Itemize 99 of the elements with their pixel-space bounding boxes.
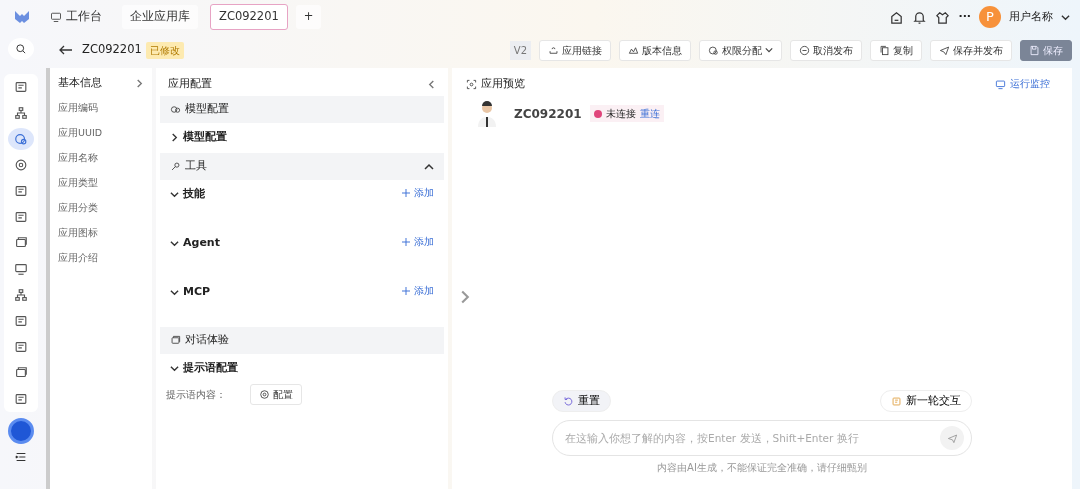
tree-icon [14, 106, 28, 120]
add-button[interactable]: 添加 [402, 284, 434, 299]
section-header[interactable]: 提示语配置 [170, 360, 238, 377]
gear-icon [259, 389, 270, 400]
shirt-icon [935, 9, 951, 25]
publish-button[interactable]: 保存并发布 [930, 39, 1012, 61]
chat-icon [14, 366, 28, 380]
dropdown-icon [1061, 12, 1070, 22]
chat-icon [14, 236, 28, 250]
tab[interactable]: ZC092201 [210, 4, 288, 30]
group-header[interactable]: 对话体验 [160, 327, 444, 354]
config-button[interactable]: 配置 [250, 384, 302, 405]
app-name: ZC092201 [514, 105, 582, 123]
notification-button[interactable] [912, 9, 928, 25]
field-label: 提示语内容： [166, 388, 226, 402]
monitor-icon [995, 78, 1006, 90]
section-header[interactable]: MCP [170, 284, 211, 301]
chevron-icon [170, 287, 179, 297]
scan-icon [466, 78, 477, 90]
home-button[interactable] [889, 9, 905, 25]
search-icon [15, 43, 27, 55]
gear-icon [14, 158, 28, 172]
nav-link[interactable]: 应用UUID [50, 121, 152, 146]
nav-link[interactable]: 应用编码 [50, 96, 152, 121]
send-icon [946, 432, 958, 444]
box-icon [14, 210, 28, 224]
monitor-icon [50, 11, 62, 23]
wrench-icon [170, 161, 181, 172]
copy-button[interactable]: 复制 [870, 39, 922, 61]
add-button[interactable]: 添加 [402, 186, 434, 201]
panel-title: 应用配置 [168, 75, 212, 92]
expand-button[interactable] [135, 78, 144, 88]
reset-button[interactable]: 重置 [552, 390, 611, 412]
chat-input[interactable]: 在这输入你想了解的内容，按Enter 发送，Shift+Enter 换行 [552, 420, 972, 456]
publish-icon [939, 44, 950, 56]
box-icon [14, 80, 28, 94]
section-header[interactable]: Agent [170, 235, 220, 252]
cancel-icon [799, 44, 810, 56]
nav-link[interactable]: 应用类型 [50, 171, 152, 196]
section-header[interactable]: 模型配置 [170, 129, 227, 146]
chevron-icon [424, 161, 434, 172]
menu-icon [14, 450, 28, 464]
chevron-right-icon [135, 78, 144, 88]
monitor-link[interactable]: 运行监控 [995, 77, 1050, 92]
section-header[interactable]: 技能 [170, 186, 205, 203]
perm-button[interactable]: 权限分配 [699, 39, 782, 61]
chevron-icon [170, 132, 179, 142]
link-button[interactable]: 应用链接 [539, 39, 611, 61]
section-title: 基本信息 [58, 74, 102, 91]
reset-icon [563, 395, 574, 407]
tree-icon [14, 288, 28, 302]
box-icon [14, 392, 28, 406]
sidebar-item[interactable] [8, 128, 34, 150]
group-header[interactable]: 工具 [160, 153, 444, 180]
tab[interactable]: 工作台 [42, 5, 110, 29]
nav-link[interactable]: 应用分类 [50, 196, 152, 221]
user-name[interactable]: 用户名称 [1009, 8, 1053, 26]
assistant-icon[interactable] [8, 418, 34, 444]
search-button[interactable] [8, 38, 34, 60]
chevron-icon [170, 238, 179, 248]
group-header[interactable]: 模型配置 [160, 96, 444, 123]
save-icon [1029, 44, 1040, 56]
app-title: ZC092201 [82, 41, 142, 59]
tab[interactable]: 企业应用库 [122, 5, 198, 29]
version-label: V2 [509, 40, 531, 60]
nav-link[interactable]: 应用名称 [50, 146, 152, 171]
collapse-button[interactable] [427, 79, 436, 89]
skin-button[interactable] [935, 9, 951, 25]
chevron-icon [170, 189, 179, 199]
note-icon [891, 395, 902, 407]
plus-icon [402, 238, 410, 247]
chevron-left-icon [427, 79, 436, 89]
avatar-figure [476, 100, 498, 127]
box-icon [14, 314, 28, 328]
bell-icon [912, 9, 928, 25]
plus-icon [402, 189, 410, 198]
app-logo[interactable] [14, 9, 30, 25]
status-badge: 已修改 [145, 41, 184, 59]
home-icon [889, 9, 905, 25]
disclaimer-text: 内容由AI生成，不能保证完全准确，请仔细甄别 [657, 462, 867, 473]
nav-link[interactable]: 应用介绍 [50, 246, 152, 271]
info-button[interactable]: 版本信息 [619, 39, 691, 61]
copy-icon [879, 44, 890, 56]
more-button[interactable]: ··· [958, 8, 971, 26]
box-icon [14, 184, 28, 198]
cancel-button[interactable]: 取消发布 [790, 39, 862, 61]
new-round-button[interactable]: 新一轮交互 [880, 390, 972, 412]
caret-icon [765, 46, 773, 54]
panel-title: 应用预览 [481, 76, 525, 92]
reconnect-link[interactable]: 重连 [639, 106, 660, 121]
nav-link[interactable]: 应用图标 [50, 221, 152, 246]
add-button[interactable]: 添加 [402, 235, 434, 250]
plus-icon [402, 287, 410, 296]
box-icon [14, 340, 28, 354]
add-tab-button[interactable]: + [295, 5, 322, 29]
chat-icon [170, 335, 181, 346]
status-text: 未连接 [593, 106, 636, 121]
chevron-icon [170, 363, 179, 373]
monitor-icon [14, 262, 28, 276]
